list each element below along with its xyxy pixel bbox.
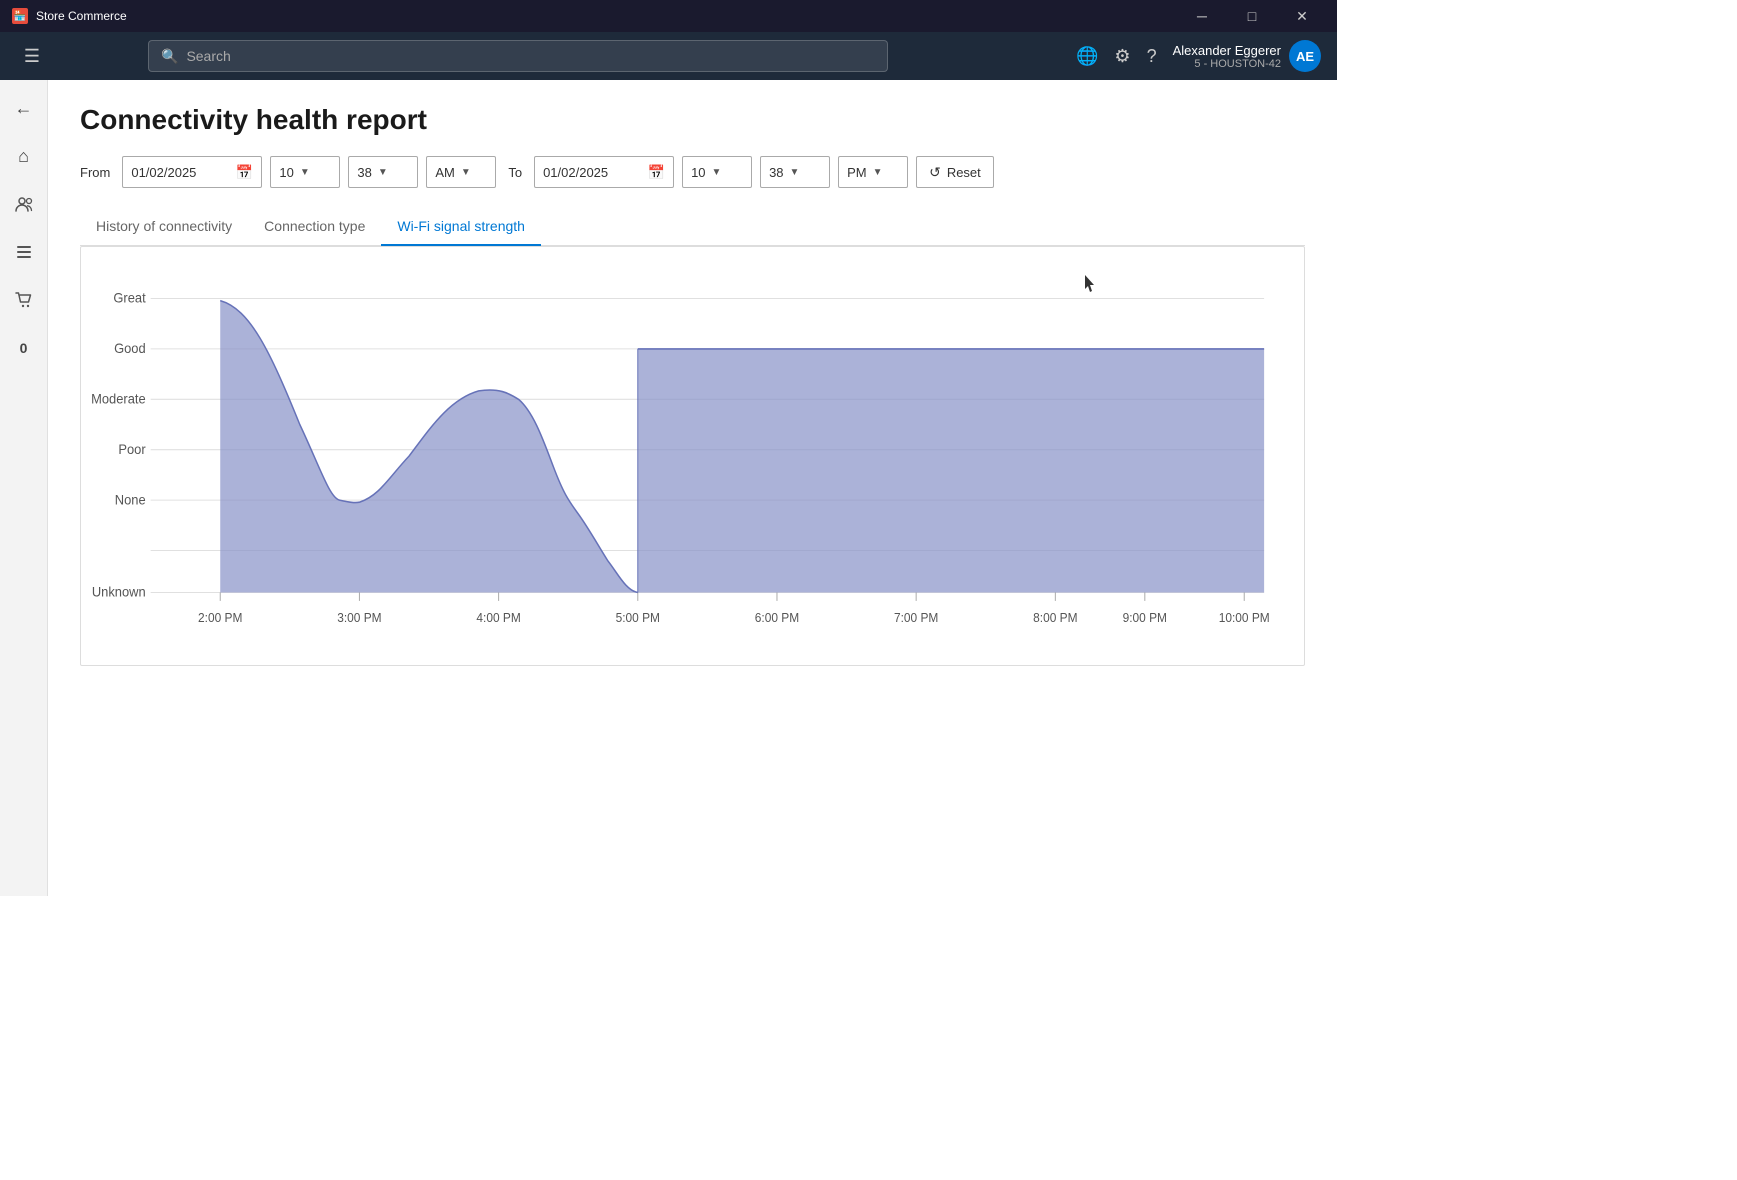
- svg-text:4:00 PM: 4:00 PM: [476, 611, 520, 625]
- svg-text:7:00 PM: 7:00 PM: [894, 611, 938, 625]
- from-date-input[interactable]: 01/02/2025 📅: [122, 156, 262, 188]
- svg-text:Unknown: Unknown: [92, 584, 146, 599]
- sidebar-item-home[interactable]: ⌂: [4, 136, 44, 176]
- from-minute-value: 38: [357, 165, 371, 180]
- svg-text:10:00 PM: 10:00 PM: [1219, 611, 1270, 625]
- from-hour-value: 10: [279, 165, 293, 180]
- user-name: Alexander Eggerer: [1173, 43, 1281, 58]
- sidebar-number: 0: [20, 340, 28, 356]
- reset-button[interactable]: ↺ Reset: [916, 156, 994, 188]
- from-minute-chevron-icon: ▼: [378, 167, 388, 178]
- app-layout: ← ⌂ 0: [0, 80, 1337, 896]
- from-date-calendar-icon[interactable]: 📅: [236, 164, 253, 181]
- from-date-value: 01/02/2025: [131, 165, 228, 180]
- svg-text:Good: Good: [114, 341, 146, 356]
- wifi-chart: Great Good Moderate Poor None Unknown 2:…: [91, 267, 1284, 645]
- to-label: To: [508, 165, 522, 180]
- sidebar: ← ⌂ 0: [0, 80, 48, 896]
- sidebar-item-back[interactable]: ←: [4, 88, 44, 128]
- navbar: ☰ 🔍 Search 🌐 ⚙ ? Alexander Eggerer 5 - H…: [0, 32, 1337, 80]
- from-hour-chevron-icon: ▼: [300, 167, 310, 178]
- navbar-icons: 🌐 ⚙ ? Alexander Eggerer 5 - HOUSTON-42 A…: [1076, 40, 1321, 72]
- svg-text:3:00 PM: 3:00 PM: [337, 611, 381, 625]
- reset-label: Reset: [947, 165, 981, 180]
- user-subtitle: 5 - HOUSTON-42: [1173, 58, 1281, 70]
- settings-icon[interactable]: ⚙: [1114, 46, 1130, 67]
- sidebar-item-cart[interactable]: [4, 280, 44, 320]
- from-minute-select[interactable]: 38 ▼: [348, 156, 418, 188]
- tab-history[interactable]: History of connectivity: [80, 208, 248, 246]
- svg-text:8:00 PM: 8:00 PM: [1033, 611, 1077, 625]
- to-hour-select[interactable]: 10 ▼: [682, 156, 752, 188]
- svg-text:2:00 PM: 2:00 PM: [198, 611, 242, 625]
- sidebar-item-list[interactable]: [4, 232, 44, 272]
- help-icon[interactable]: ?: [1147, 46, 1157, 67]
- to-hour-chevron-icon: ▼: [712, 167, 722, 178]
- avatar[interactable]: AE: [1289, 40, 1321, 72]
- titlebar: 🏪 Store Commerce ─ □ ✕: [0, 0, 1337, 32]
- svg-text:Moderate: Moderate: [91, 391, 146, 406]
- reset-icon: ↺: [929, 164, 941, 181]
- user-info: Alexander Eggerer 5 - HOUSTON-42: [1173, 43, 1281, 70]
- to-hour-value: 10: [691, 165, 705, 180]
- from-hour-select[interactable]: 10 ▼: [270, 156, 340, 188]
- svg-text:5:00 PM: 5:00 PM: [616, 611, 660, 625]
- datetime-row: From 01/02/2025 📅 10 ▼ 38 ▼ AM ▼ To 01/0…: [80, 156, 1305, 188]
- window-controls: ─ □ ✕: [1179, 0, 1325, 32]
- hamburger-menu-button[interactable]: ☰: [16, 46, 48, 67]
- to-minute-value: 38: [769, 165, 783, 180]
- svg-text:None: None: [115, 492, 146, 507]
- svg-text:9:00 PM: 9:00 PM: [1123, 611, 1167, 625]
- from-ampm-chevron-icon: ▼: [461, 167, 471, 178]
- close-button[interactable]: ✕: [1279, 0, 1325, 32]
- tab-wifi[interactable]: Wi-Fi signal strength: [381, 208, 541, 246]
- sidebar-item-zero[interactable]: 0: [4, 328, 44, 368]
- to-minute-chevron-icon: ▼: [790, 167, 800, 178]
- svg-text:Great: Great: [113, 290, 146, 305]
- to-ampm-chevron-icon: ▼: [873, 167, 883, 178]
- page-title: Connectivity health report: [80, 104, 1305, 136]
- search-placeholder: Search: [186, 48, 230, 64]
- user-menu[interactable]: Alexander Eggerer 5 - HOUSTON-42 AE: [1173, 40, 1321, 72]
- globe-icon[interactable]: 🌐: [1076, 46, 1098, 67]
- app-icon: 🏪: [12, 8, 28, 24]
- tabs: History of connectivity Connection type …: [80, 208, 1305, 246]
- minimize-button[interactable]: ─: [1179, 0, 1225, 32]
- sidebar-item-users[interactable]: [4, 184, 44, 224]
- cursor: [1085, 275, 1097, 287]
- from-ampm-select[interactable]: AM ▼: [426, 156, 496, 188]
- to-ampm-select[interactable]: PM ▼: [838, 156, 908, 188]
- main-content: Connectivity health report From 01/02/20…: [48, 80, 1337, 896]
- to-date-value: 01/02/2025: [543, 165, 640, 180]
- search-icon: 🔍: [161, 48, 178, 65]
- app-title: Store Commerce: [36, 9, 1171, 23]
- to-date-calendar-icon[interactable]: 📅: [648, 164, 665, 181]
- tab-connection[interactable]: Connection type: [248, 208, 381, 246]
- to-minute-select[interactable]: 38 ▼: [760, 156, 830, 188]
- svg-text:Poor: Poor: [118, 442, 146, 457]
- search-bar[interactable]: 🔍 Search: [148, 40, 888, 72]
- from-ampm-value: AM: [435, 165, 455, 180]
- from-label: From: [80, 165, 110, 180]
- svg-text:6:00 PM: 6:00 PM: [755, 611, 799, 625]
- maximize-button[interactable]: □: [1229, 0, 1275, 32]
- chart-container: Great Good Moderate Poor None Unknown 2:…: [80, 246, 1305, 666]
- to-date-input[interactable]: 01/02/2025 📅: [534, 156, 674, 188]
- to-ampm-value: PM: [847, 165, 867, 180]
